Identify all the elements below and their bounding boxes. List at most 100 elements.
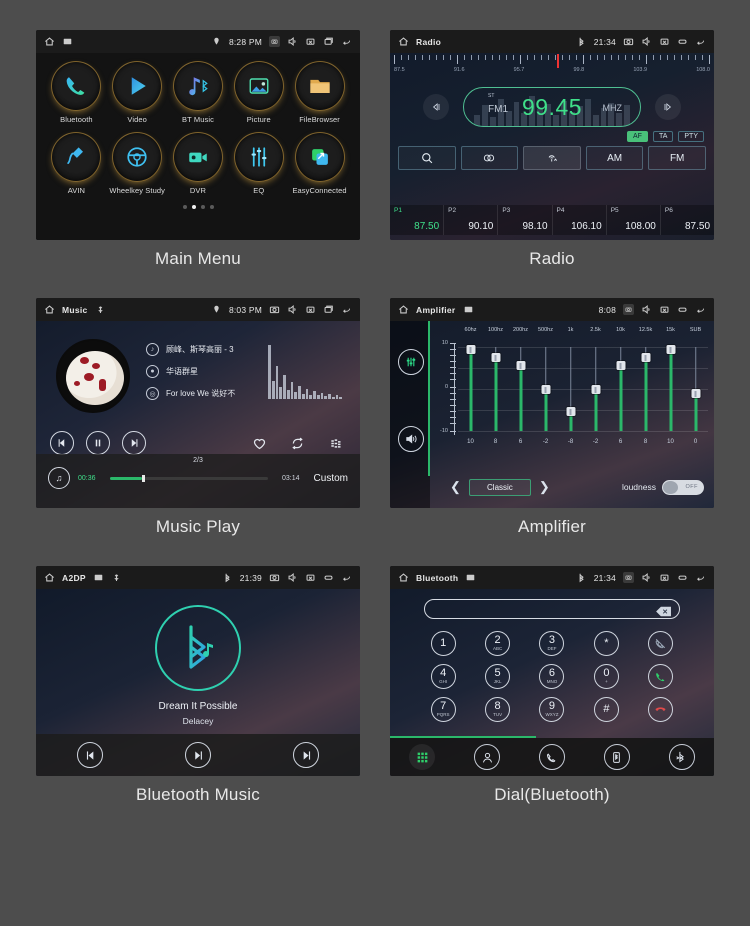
screenshot-icon[interactable] <box>623 572 634 583</box>
close-icon[interactable] <box>305 572 316 583</box>
close-icon[interactable] <box>305 36 316 47</box>
recents-icon[interactable] <box>323 36 334 47</box>
equalizer-icon[interactable] <box>398 349 424 375</box>
app-avin[interactable]: AVIN <box>47 132 105 195</box>
app-filebrowser[interactable]: FileBrowser <box>291 61 349 124</box>
recents-icon[interactable] <box>323 304 334 315</box>
equalizer-badge-icon[interactable]: ♫ <box>48 467 70 489</box>
recents-icon[interactable] <box>677 304 688 315</box>
eq-band[interactable]: 12.5k 8 <box>633 327 658 447</box>
eq-band[interactable]: 200hz 6 <box>508 327 533 447</box>
eq-band[interactable]: 60hz 10 <box>458 327 483 447</box>
radio-search-button[interactable] <box>398 146 456 170</box>
close-icon[interactable] <box>659 572 670 583</box>
play-pause-button[interactable] <box>185 742 211 768</box>
app-video[interactable]: Video <box>108 61 166 124</box>
call-end-icon[interactable] <box>648 697 674 722</box>
playlist-icon[interactable] <box>324 432 346 454</box>
eq-preset-name[interactable]: Classic <box>468 478 531 496</box>
phone-number-input[interactable] <box>424 599 680 619</box>
screenshot-icon[interactable] <box>623 36 634 47</box>
volume-icon[interactable] <box>287 304 298 315</box>
rds-af-button[interactable]: AF <box>626 131 648 142</box>
radio-local-distant-button[interactable] <box>523 146 581 170</box>
repeat-icon[interactable] <box>286 432 308 454</box>
app-dvr[interactable]: DVR <box>169 132 227 195</box>
sound-mode-label[interactable]: Custom <box>314 473 348 484</box>
preset-button[interactable]: P1 87.50 <box>390 205 445 235</box>
device-icon[interactable] <box>603 744 630 770</box>
volume-icon[interactable] <box>287 572 298 583</box>
tuning-scale[interactable]: 87.5 91.6 95.7 99.8 103.9 108.0 <box>390 54 714 85</box>
keypad-icon[interactable] <box>409 744 436 770</box>
app-easyconnected[interactable]: EasyConnected <box>291 132 349 195</box>
tune-down-button[interactable] <box>423 94 449 120</box>
volume-icon[interactable] <box>641 36 652 47</box>
preset-button[interactable]: P6 87.50 <box>661 205 714 235</box>
close-icon[interactable] <box>659 36 670 47</box>
page-dots[interactable] <box>36 205 360 209</box>
favorite-icon[interactable] <box>248 432 270 454</box>
pause-button[interactable] <box>86 431 110 455</box>
key-0[interactable]: 0 + <box>593 664 619 689</box>
app-picture[interactable]: Picture <box>230 61 288 124</box>
call-history-icon[interactable] <box>538 744 565 770</box>
key-1[interactable]: 1 <box>430 631 456 656</box>
back-icon[interactable] <box>341 36 352 47</box>
preset-button[interactable]: P4 106.10 <box>553 205 607 235</box>
next-button[interactable] <box>293 742 319 768</box>
mute-call-icon[interactable] <box>648 631 674 656</box>
radio-stereo-button[interactable] <box>460 146 519 170</box>
chevron-left-icon[interactable]: ❮ <box>442 479 469 495</box>
screenshot-icon[interactable] <box>269 36 280 47</box>
app-bt-music[interactable]: BT Music <box>169 61 227 124</box>
next-button[interactable] <box>122 431 146 455</box>
key-3[interactable]: 3 DEF <box>539 631 565 656</box>
recents-icon[interactable] <box>323 572 334 583</box>
preset-button[interactable]: P5 108.00 <box>607 205 661 235</box>
seek-bar[interactable] <box>110 474 268 482</box>
key-star[interactable]: * <box>593 631 619 656</box>
bluetooth-settings-icon[interactable] <box>668 744 695 770</box>
recents-icon[interactable] <box>677 572 688 583</box>
back-icon[interactable] <box>695 36 706 47</box>
key-4[interactable]: 4 GHI <box>430 664 456 689</box>
home-icon[interactable] <box>398 304 409 315</box>
radio-am-button[interactable]: AM <box>585 146 644 170</box>
eq-band[interactable]: 2.5k -2 <box>583 327 608 447</box>
eq-band[interactable]: 500hz -2 <box>533 327 558 447</box>
eq-band[interactable]: 100hz 8 <box>483 327 508 447</box>
close-icon[interactable] <box>659 304 670 315</box>
eq-band[interactable]: 1k -8 <box>558 327 583 447</box>
key-8[interactable]: 8 TUV <box>485 697 511 722</box>
screenshot-icon[interactable] <box>269 304 280 315</box>
app-bluetooth[interactable]: Bluetooth <box>47 61 105 124</box>
recents-icon[interactable] <box>677 36 688 47</box>
key-2[interactable]: 2 ABC <box>485 631 511 656</box>
radio-fm-button[interactable]: FM <box>648 146 706 170</box>
preset-button[interactable]: P3 98.10 <box>498 205 553 235</box>
app-wheelkey-study[interactable]: Wheelkey Study <box>108 132 166 195</box>
contacts-icon[interactable] <box>474 744 501 770</box>
volume-icon[interactable] <box>641 572 652 583</box>
preset-button[interactable]: P2 90.10 <box>444 205 499 235</box>
eq-band[interactable]: SUB 0 <box>683 327 708 447</box>
home-icon[interactable] <box>44 572 55 583</box>
previous-button[interactable] <box>77 742 103 768</box>
back-icon[interactable] <box>695 572 706 583</box>
rds-ta-button[interactable]: TA <box>652 131 674 142</box>
speaker-icon[interactable] <box>398 426 424 452</box>
back-icon[interactable] <box>695 304 706 315</box>
rds-pty-button[interactable]: PTY <box>678 131 704 142</box>
key-hash[interactable]: # <box>593 697 619 722</box>
back-icon[interactable] <box>341 304 352 315</box>
backspace-icon[interactable] <box>656 604 672 616</box>
screenshot-icon[interactable] <box>269 572 280 583</box>
key-6[interactable]: 6 MNO <box>539 664 565 689</box>
key-5[interactable]: 5 JKL <box>485 664 511 689</box>
key-7[interactable]: 7 PQRS <box>430 697 456 722</box>
home-icon[interactable] <box>398 572 409 583</box>
volume-icon[interactable] <box>287 36 298 47</box>
volume-icon[interactable] <box>641 304 652 315</box>
home-icon[interactable] <box>44 304 55 315</box>
